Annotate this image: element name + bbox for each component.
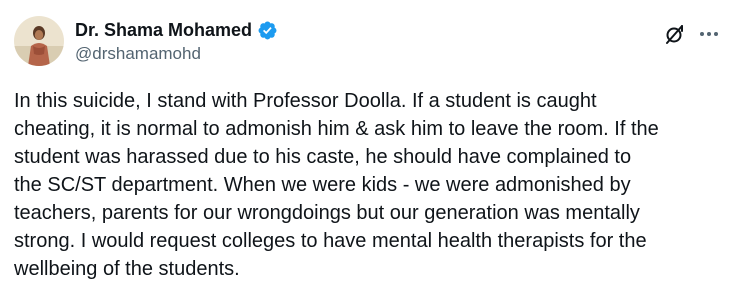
author-handle[interactable]: @drshamamohd	[75, 44, 278, 64]
author-display-name[interactable]: Dr. Shama Mohamed	[75, 20, 252, 41]
grok-icon[interactable]	[663, 22, 687, 46]
more-options-icon[interactable]	[694, 22, 724, 46]
verified-badge-icon[interactable]	[257, 20, 278, 41]
tweet-card: Dr. Shama Mohamed @drshamamohd In this s…	[0, 0, 744, 308]
author-name-row: Dr. Shama Mohamed	[75, 18, 278, 42]
tweet-text: In this suicide, I stand with Professor …	[14, 90, 659, 280]
avatar-image	[14, 16, 64, 66]
avatar[interactable]	[14, 16, 64, 66]
author-info: Dr. Shama Mohamed @drshamamohd	[75, 18, 278, 64]
